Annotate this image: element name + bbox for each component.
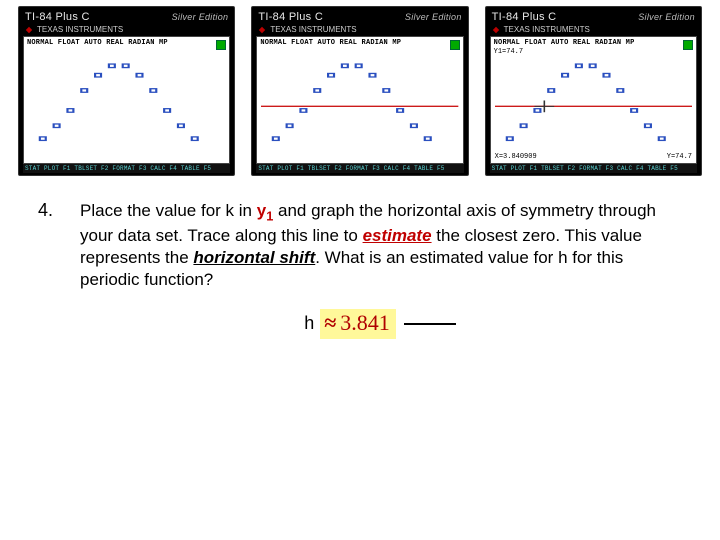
calc-edition: Silver Edition xyxy=(405,12,462,22)
ti-logo-icon xyxy=(25,26,33,34)
trace-cursor-icon xyxy=(534,100,554,112)
equation-bar: Y1=74.7 xyxy=(491,48,696,57)
calc-screen: NORMAL FLOAT AUTO REAL RADIAN MP xyxy=(256,36,463,164)
data-points xyxy=(506,64,664,140)
softkeys: STAT PLOT F1 TBLSET F2 FORMAT F3 CALC F4… xyxy=(256,164,463,173)
answer-value: 3.841 xyxy=(340,309,390,338)
plot-area xyxy=(261,57,458,151)
question-block: 4. Place the value for k in y1 and graph… xyxy=(0,176,720,339)
calc-title: TI-84 Plus C Silver Edition xyxy=(23,11,230,25)
answer-row: h ≈ 3.841 xyxy=(80,309,680,339)
plot-area xyxy=(28,57,225,151)
calc-edition: Silver Edition xyxy=(172,12,229,22)
calc-title: TI-84 Plus C Silver Edition xyxy=(256,11,463,25)
calc-middle: TI-84 Plus C Silver Edition TEXAS INSTRU… xyxy=(251,6,468,176)
trace-x: X=3.840909 xyxy=(495,153,537,161)
calc-screen: NORMAL FLOAT AUTO REAL RADIAN MP Y1=74.7 xyxy=(490,36,697,164)
battery-icon xyxy=(450,40,460,50)
answer-label: h xyxy=(304,312,314,335)
softkeys: STAT PLOT F1 TBLSET F2 FORMAT F3 CALC F4… xyxy=(490,164,697,173)
calc-title: TI-84 Plus C Silver Edition xyxy=(490,11,697,25)
mode-bar: NORMAL FLOAT AUTO REAL RADIAN MP xyxy=(257,37,462,48)
calculator-row: TI-84 Plus C Silver Edition TEXAS INSTRU… xyxy=(0,0,720,176)
calc-logo: TEXAS INSTRUMENTS xyxy=(256,25,463,36)
battery-icon xyxy=(683,40,693,50)
calc-left: TI-84 Plus C Silver Edition TEXAS INSTRU… xyxy=(18,6,235,176)
calc-logo-text: TEXAS INSTRUMENTS xyxy=(270,25,356,34)
calc-model: TI-84 Plus C xyxy=(492,11,557,23)
scatter-chart xyxy=(261,57,458,151)
question-number: 4. xyxy=(38,200,62,221)
answer-highlight: ≈ 3.841 xyxy=(320,309,396,339)
plot-area xyxy=(495,57,692,151)
data-points xyxy=(40,64,198,140)
scatter-chart xyxy=(28,57,225,151)
data-points xyxy=(273,64,431,140)
trace-readout: X=3.840909 Y=74.7 xyxy=(495,153,692,161)
emphasis-horizontal-shift: horizontal shift xyxy=(193,248,315,267)
calc-logo-text: TEXAS INSTRUMENTS xyxy=(37,25,123,34)
mode-bar: NORMAL FLOAT AUTO REAL RADIAN MP xyxy=(491,37,696,48)
answer-blank xyxy=(404,323,456,325)
calc-logo: TEXAS INSTRUMENTS xyxy=(23,25,230,36)
softkeys: STAT PLOT F1 TBLSET F2 FORMAT F3 CALC F4… xyxy=(23,164,230,173)
emphasis-estimate: estimate xyxy=(363,226,432,245)
calc-screen: NORMAL FLOAT AUTO REAL RADIAN MP xyxy=(23,36,230,164)
calc-logo: TEXAS INSTRUMENTS xyxy=(490,25,697,36)
y1-label: y1 xyxy=(257,201,274,220)
calc-edition: Silver Edition xyxy=(638,12,695,22)
mode-bar: NORMAL FLOAT AUTO REAL RADIAN MP xyxy=(24,37,229,48)
calc-logo-text: TEXAS INSTRUMENTS xyxy=(504,25,590,34)
question-text: Place the value for k in y1 and graph th… xyxy=(80,200,680,339)
scatter-chart xyxy=(495,57,692,151)
battery-icon xyxy=(216,40,226,50)
calc-model: TI-84 Plus C xyxy=(258,11,323,23)
ti-logo-icon xyxy=(258,26,266,34)
ti-logo-icon xyxy=(492,26,500,34)
calc-model: TI-84 Plus C xyxy=(25,11,90,23)
calc-right: TI-84 Plus C Silver Edition TEXAS INSTRU… xyxy=(485,6,702,176)
trace-y: Y=74.7 xyxy=(667,153,692,161)
text-part: Place the value for k in xyxy=(80,201,257,220)
approx-icon: ≈ xyxy=(324,309,336,338)
